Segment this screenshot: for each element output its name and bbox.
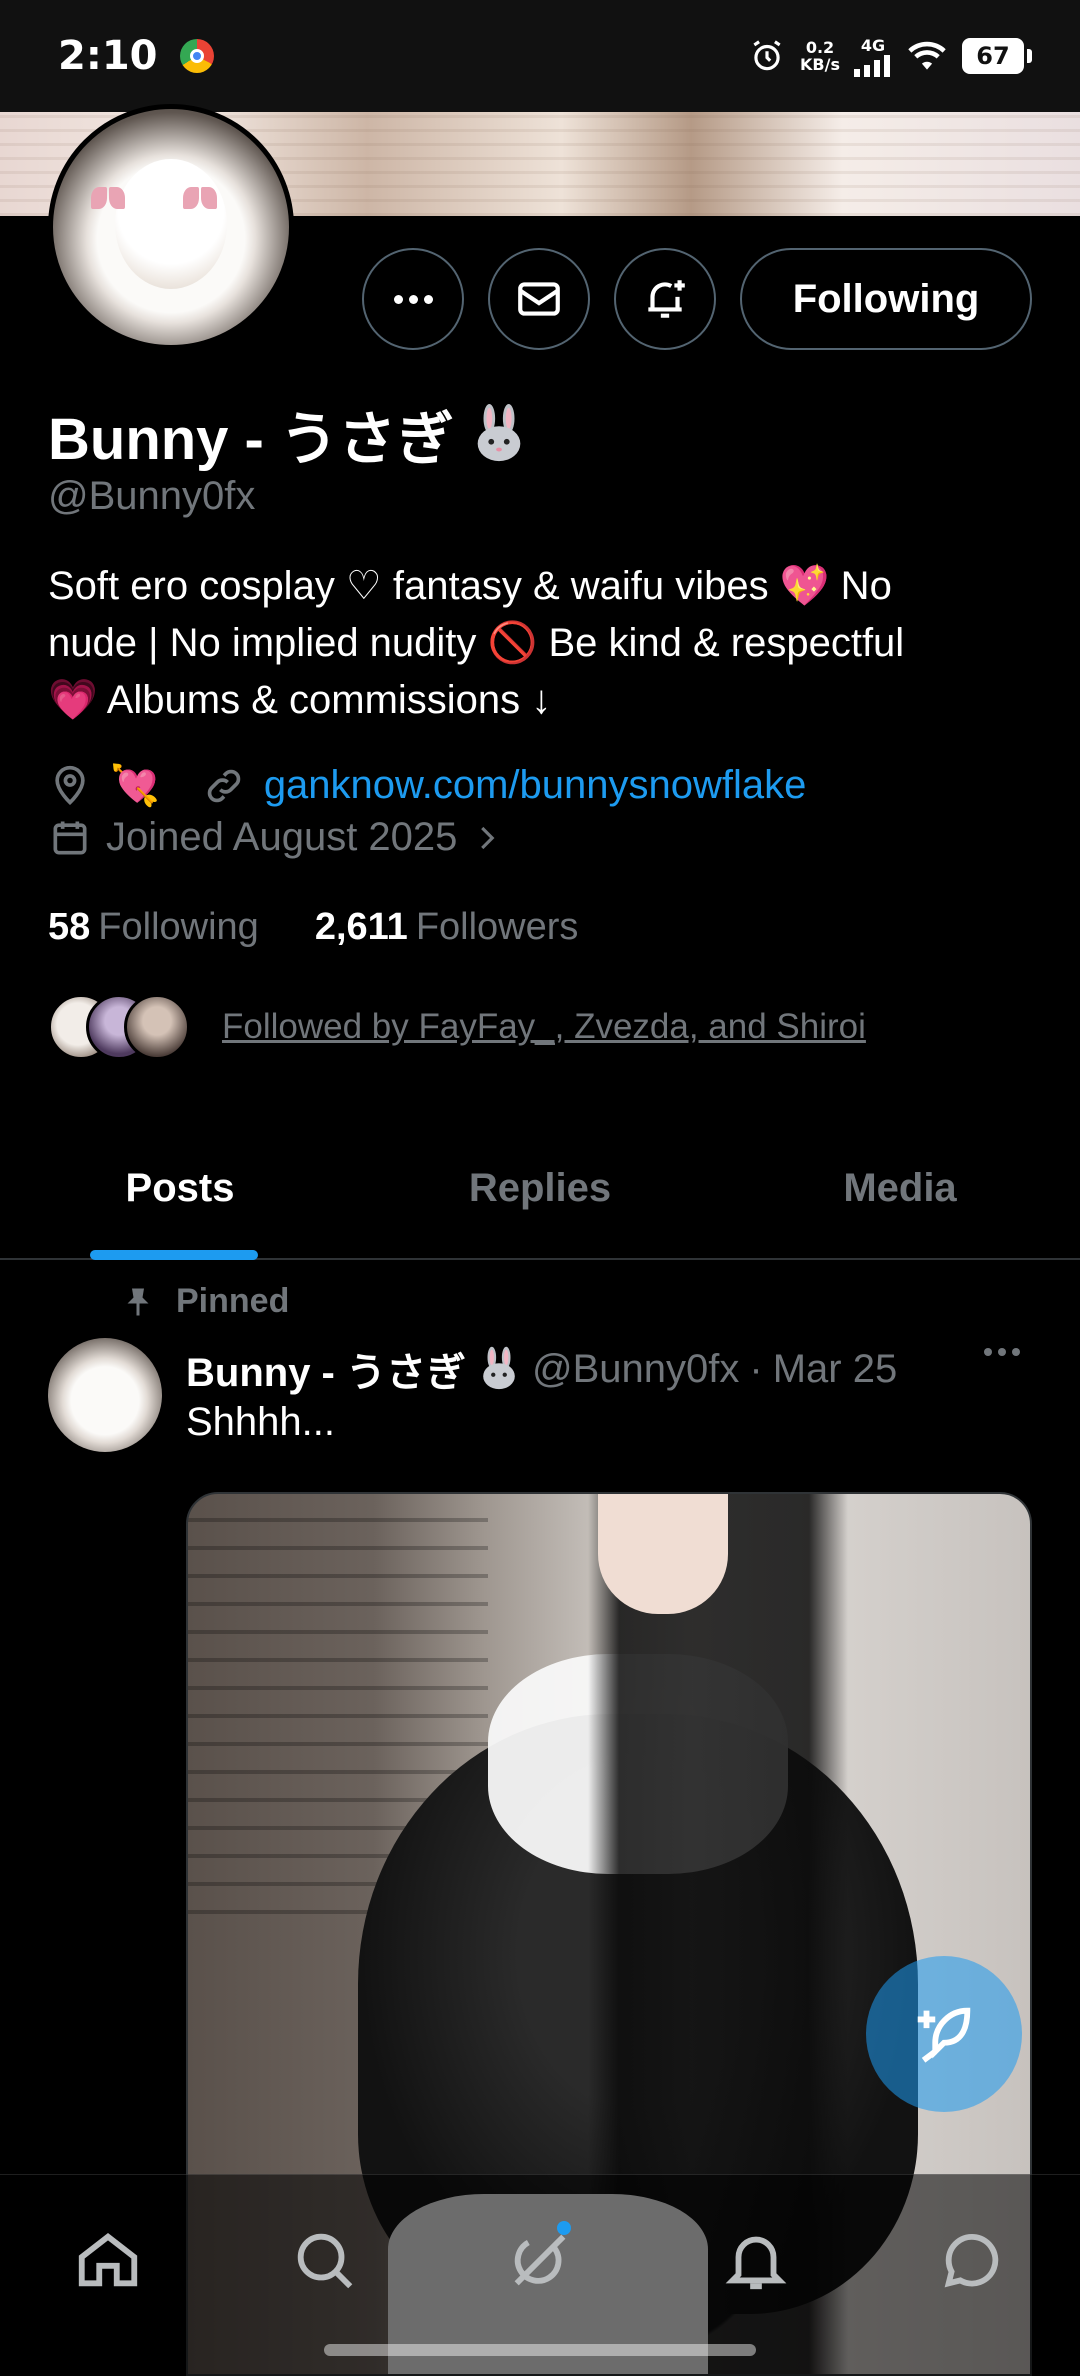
mail-icon	[518, 282, 560, 316]
notify-button[interactable]	[614, 248, 716, 350]
compose-feather-icon	[917, 2007, 971, 2063]
tab-media[interactable]: Media	[720, 1118, 1080, 1258]
chevron-right-icon	[481, 826, 495, 849]
active-tab-indicator	[90, 1250, 258, 1260]
wifi-icon	[908, 41, 946, 70]
post-separator: ·	[749, 1346, 763, 1391]
profile-tabs: Posts Replies Media	[0, 1118, 1080, 1260]
followed-by-row[interactable]: Followed by FayFay_, Zvezda, and Shiroi	[48, 994, 866, 1060]
network-speed: 0.2 KB/s	[800, 38, 840, 74]
post-text: Shhhh...	[186, 1400, 336, 1444]
nav-search[interactable]	[279, 2215, 369, 2305]
cell-signal-icon	[854, 54, 890, 77]
search-icon	[297, 2233, 353, 2289]
avatar	[124, 994, 190, 1060]
tab-posts[interactable]: Posts	[0, 1118, 360, 1260]
profile-name: Bunny - うさぎ	[48, 392, 530, 476]
more-dots-icon	[393, 294, 433, 304]
mutual-avatars	[48, 994, 190, 1060]
rabbit-emoji-icon	[483, 1346, 515, 1390]
network-type: 4G	[860, 35, 886, 55]
followed-by-text[interactable]: Followed by FayFay_, Zvezda, and Shiroi	[222, 1007, 866, 1047]
more-options-button[interactable]	[362, 248, 464, 350]
pin-icon	[127, 1288, 149, 1315]
joined-row[interactable]: Joined August 2025	[48, 815, 501, 860]
rabbit-emoji-icon	[477, 403, 521, 462]
post-date[interactable]: Mar 25	[773, 1347, 898, 1392]
message-button[interactable]	[488, 248, 590, 350]
home-icon	[78, 2232, 138, 2287]
nav-notifications[interactable]	[711, 2215, 801, 2305]
website-link[interactable]: ganknow.com/bunnysnowflake	[264, 763, 807, 808]
tab-replies[interactable]: Replies	[360, 1118, 720, 1258]
followers-stat[interactable]: 2,611 Followers	[315, 906, 579, 949]
nav-grok[interactable]	[495, 2215, 585, 2305]
following-button[interactable]: Following	[740, 248, 1032, 350]
battery-indicator: 67	[962, 38, 1032, 74]
display-name: Bunny - うさぎ	[48, 407, 454, 472]
profile-handle: @Bunny0fx	[48, 474, 256, 518]
status-bar: 2:10 0.2 KB/s 4G 67	[0, 0, 1080, 112]
post-header: Bunny - うさぎ @Bunny0fx · Mar 25	[186, 1340, 897, 1398]
profile-meta: 💘 ganknow.com/bunnysnowflake	[48, 762, 806, 809]
profile-avatar[interactable]	[48, 104, 294, 350]
link-icon	[207, 769, 241, 802]
alarm-icon	[753, 40, 781, 71]
follow-stats: 58 Following 2,611 Followers	[48, 906, 578, 949]
more-dots-icon	[984, 1348, 1020, 1356]
profile-bio: Soft ero cosplay ♡ fantasy & waifu vibes…	[48, 564, 905, 722]
location-icon	[55, 765, 85, 805]
calendar-icon	[53, 821, 87, 854]
following-stat[interactable]: 58 Following	[48, 906, 259, 949]
nav-home[interactable]	[63, 2215, 153, 2305]
grok-icon	[514, 2234, 566, 2286]
post-author-handle: @Bunny0fx	[531, 1346, 740, 1391]
new-indicator-dot	[557, 2221, 571, 2235]
post-author-name[interactable]: Bunny - うさぎ	[186, 1340, 466, 1398]
chrome-icon	[179, 39, 214, 73]
messages-icon	[944, 2233, 999, 2288]
post-author-avatar[interactable]	[48, 1338, 162, 1452]
notifications-icon	[725, 2236, 787, 2290]
joined-date: Joined August 2025	[106, 815, 458, 859]
post-more-button[interactable]	[984, 1348, 1020, 1356]
status-time: 2:10	[58, 33, 158, 79]
compose-button[interactable]	[866, 1956, 1022, 2112]
bell-add-icon	[648, 280, 685, 318]
nav-messages[interactable]	[927, 2215, 1017, 2305]
pinned-label: Pinned	[120, 1282, 289, 1321]
location-text: 💘	[110, 764, 160, 808]
home-indicator[interactable]	[324, 2344, 756, 2356]
